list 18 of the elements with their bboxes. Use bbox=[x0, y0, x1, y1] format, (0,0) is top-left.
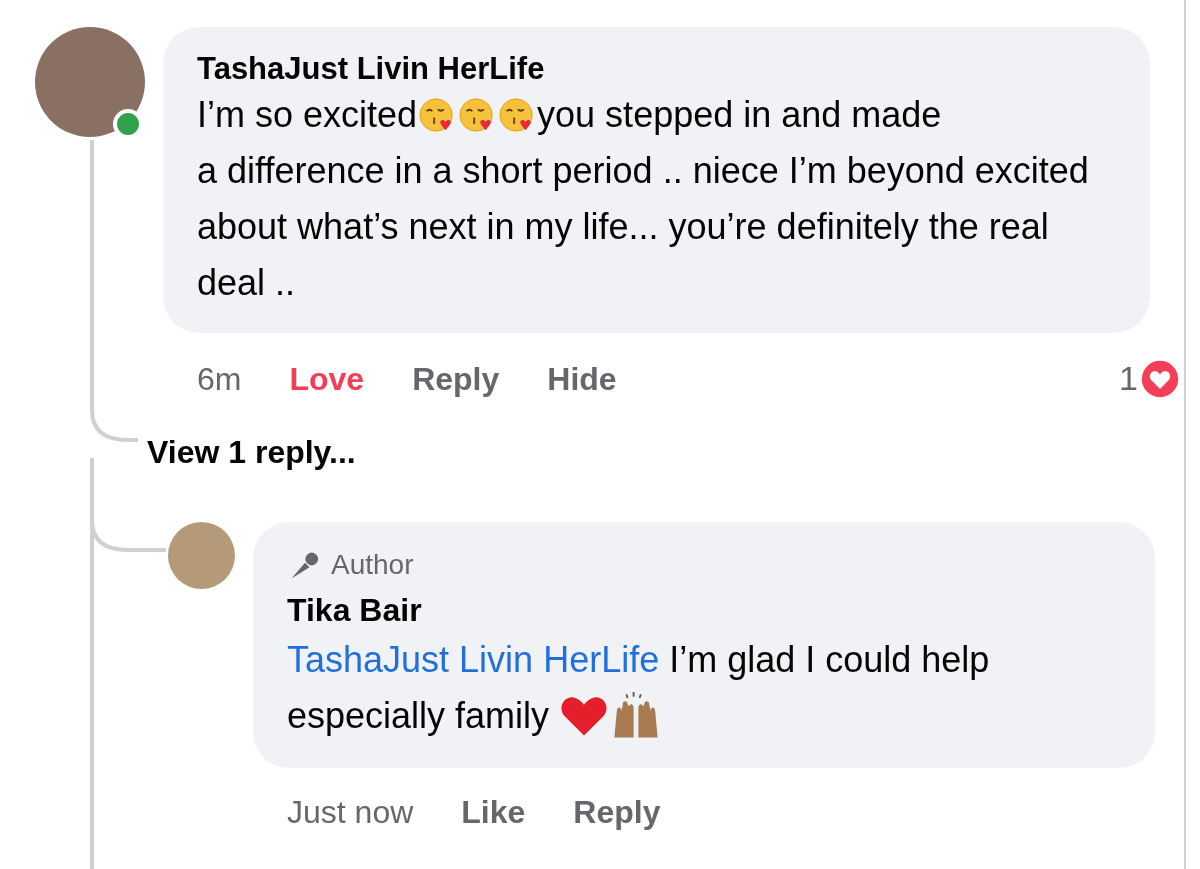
comment-text: I’m so excited bbox=[197, 93, 418, 137]
comment-action-button[interactable]: Like bbox=[461, 796, 526, 828]
reply-text: especially family bbox=[287, 694, 550, 738]
comment-action-button[interactable]: Hide bbox=[547, 362, 617, 395]
comment-action-button[interactable]: Reply bbox=[412, 362, 500, 395]
comment-text: you stepped in and made bbox=[537, 93, 942, 137]
comment-time: 6m bbox=[197, 359, 242, 399]
comment-action-button[interactable]: Reply bbox=[573, 796, 661, 828]
author-label: Author bbox=[331, 548, 414, 582]
mention-link[interactable]: TashaJust Livin HerLife bbox=[287, 632, 660, 688]
comment-author[interactable]: TashaJust Livin HerLife bbox=[197, 49, 1120, 89]
comment-action-button[interactable]: Love bbox=[289, 362, 365, 395]
reaction-count: 1 bbox=[1119, 358, 1138, 399]
reply-time: Just now bbox=[287, 793, 414, 832]
view-replies-link[interactable]: View 1 reply... bbox=[147, 432, 1184, 472]
reply-author[interactable]: Tika Bair bbox=[287, 588, 1127, 632]
comment-text: a difference in a short period .. niece I’m beyond excited about what’s next in my life... you’re definitely the real deal .. bbox=[197, 149, 1090, 305]
reply-text: I’m glad I could help bbox=[669, 638, 990, 682]
